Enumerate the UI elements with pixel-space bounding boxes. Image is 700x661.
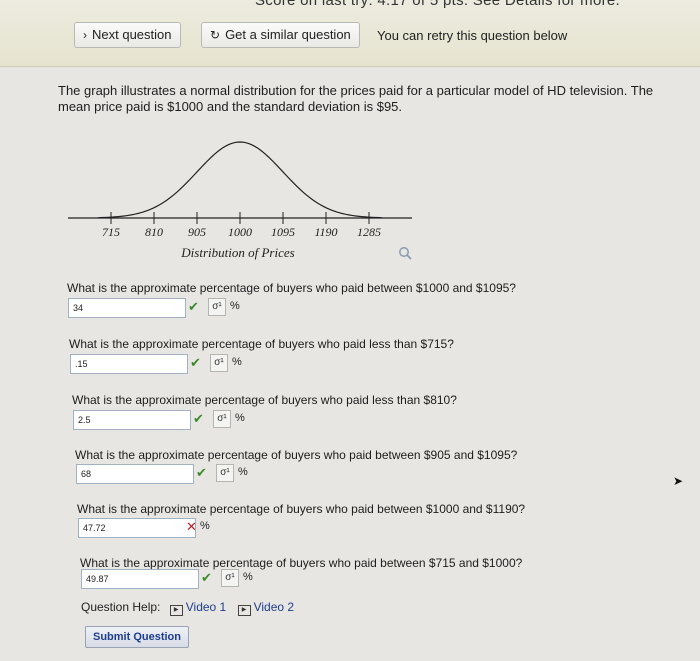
video-1-link[interactable]: ▶ Video 1 bbox=[169, 600, 227, 616]
question-help-label: Question Help: bbox=[81, 600, 161, 614]
question-intro: The graph illustrates a normal distribut… bbox=[58, 83, 654, 114]
check-icon: ✔ bbox=[201, 570, 212, 585]
top-toolbar: Score on last try: 4.17 of 5 pts. See De… bbox=[0, 0, 700, 67]
magnifier-icon[interactable] bbox=[398, 246, 412, 260]
check-icon: ✔ bbox=[188, 299, 199, 314]
play-icon: ▶ bbox=[169, 605, 183, 616]
similar-question-label: Get a similar question bbox=[225, 27, 351, 42]
check-icon: ✔ bbox=[193, 411, 204, 426]
check-icon: ✔ bbox=[196, 465, 207, 480]
math-tools-icon[interactable]: σ¹ bbox=[221, 569, 239, 587]
percent-unit: % bbox=[232, 356, 242, 368]
question-help: Question Help: ▶ Video 1 ▶ Video 2 bbox=[81, 600, 302, 616]
next-question-button[interactable]: › Next question bbox=[74, 22, 181, 48]
question-1-text: What is the approximate percentage of bu… bbox=[67, 281, 516, 295]
normal-distribution-graph: 715 810 905 1000 1095 1190 1285 Distribution o… bbox=[68, 141, 412, 260]
question-3-text: What is the approximate percentage of bu… bbox=[72, 393, 457, 407]
answer-4-input[interactable]: 68 bbox=[76, 464, 194, 484]
math-tools-icon[interactable]: σ¹ bbox=[216, 464, 234, 482]
x-tick-label-1095: 1095 bbox=[271, 225, 295, 239]
video-1-label: Video 1 bbox=[185, 600, 227, 614]
x-tick-label-1000: 1000 bbox=[228, 225, 252, 239]
x-ticks: 715 810 905 1000 1095 1190 1285 bbox=[102, 212, 381, 239]
percent-unit: % bbox=[238, 466, 248, 478]
x-tick-label-810: 810 bbox=[145, 225, 163, 239]
chevron-right-icon: › bbox=[83, 28, 87, 42]
question-4-text: What is the approximate percentage of bu… bbox=[75, 448, 518, 462]
x-tick-label-715: 715 bbox=[102, 225, 120, 239]
percent-unit: % bbox=[230, 300, 240, 312]
x-tick-label-1190: 1190 bbox=[314, 225, 337, 239]
answer-6-input[interactable]: 49.87 bbox=[81, 569, 199, 589]
percent-unit: % bbox=[200, 520, 210, 532]
normal-curve bbox=[98, 141, 382, 219]
percent-unit: % bbox=[235, 412, 245, 424]
answer-1-input[interactable]: 34 bbox=[68, 298, 186, 318]
question-2-text: What is the approximate percentage of bu… bbox=[69, 337, 454, 351]
check-icon: ✔ bbox=[190, 355, 201, 370]
answer-2-input[interactable]: .15 bbox=[70, 354, 188, 374]
next-question-label: Next question bbox=[92, 27, 172, 42]
x-icon: ✕ bbox=[186, 519, 197, 534]
score-text: Score on last try: 4.17 of 5 pts. See De… bbox=[255, 0, 620, 9]
percent-unit: % bbox=[243, 571, 253, 583]
video-2-link[interactable]: ▶ Video 2 bbox=[237, 600, 295, 616]
submit-question-button[interactable]: Submit Question bbox=[85, 626, 189, 648]
answer-3-input[interactable]: 2.5 bbox=[73, 410, 191, 430]
similar-question-button[interactable]: ↻ Get a similar question bbox=[201, 22, 360, 48]
math-tools-icon[interactable]: σ¹ bbox=[213, 410, 231, 428]
x-tick-label-905: 905 bbox=[188, 225, 206, 239]
mouse-cursor-icon: ➤ bbox=[673, 474, 684, 488]
question-6-text: What is the approximate percentage of bu… bbox=[80, 556, 523, 570]
answer-5-input[interactable]: 47.72 bbox=[78, 518, 196, 538]
math-tools-icon[interactable]: σ¹ bbox=[210, 354, 228, 372]
x-axis-label: Distribution of Prices bbox=[180, 245, 294, 260]
question-5-text: What is the approximate percentage of bu… bbox=[77, 502, 526, 516]
math-tools-icon[interactable]: σ¹ bbox=[208, 298, 226, 316]
x-tick-label-1285: 1285 bbox=[357, 225, 381, 239]
refresh-icon: ↻ bbox=[210, 28, 221, 42]
retry-text: You can retry this question below bbox=[377, 28, 568, 43]
play-icon: ▶ bbox=[237, 605, 251, 616]
video-2-label: Video 2 bbox=[253, 600, 295, 614]
